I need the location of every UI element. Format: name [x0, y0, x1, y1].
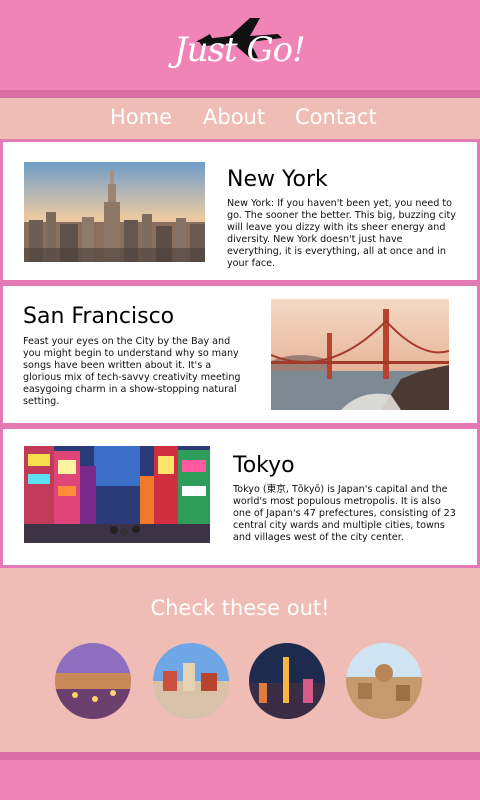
destination-card-san-francisco: San Francisco Feast your eyes on the Cit…: [0, 283, 480, 426]
nav-contact-link[interactable]: Contact: [295, 105, 377, 129]
header-border: [0, 90, 480, 98]
destination-card-new-york: New York New York: If you haven't been y…: [0, 139, 480, 283]
destination-description: New York: If you haven't been yet, you n…: [227, 198, 456, 269]
destination-title: New York: [227, 167, 328, 192]
nav-about-link[interactable]: About: [203, 105, 265, 129]
destination-card-tokyo: Tokyo Tokyo (東京, Tōkyō) is Japan's capit…: [0, 426, 480, 568]
logo-text: Just Go!: [174, 30, 306, 70]
featured-destination-thumbnail[interactable]: [153, 643, 229, 719]
tokyo-photo: [24, 446, 210, 543]
nav-home-link[interactable]: Home: [110, 105, 172, 129]
destination-description: Feast your eyes on the City by the Bay a…: [23, 336, 241, 407]
destination-description: Tokyo (東京, Tōkyō) is Japan's capital and…: [233, 484, 456, 543]
featured-destination-thumbnail[interactable]: [346, 643, 422, 719]
header: Just Go!: [0, 0, 480, 90]
san-francisco-photo: [271, 299, 449, 410]
footer-border: [0, 752, 480, 760]
featured-destination-thumbnail[interactable]: [55, 643, 131, 719]
destination-title: Tokyo: [233, 453, 295, 478]
featured-destination-thumbnail[interactable]: [249, 643, 325, 719]
check-these-out-heading: Check these out!: [150, 596, 330, 620]
site-logo[interactable]: Just Go!: [170, 8, 315, 83]
new-york-photo: [24, 162, 205, 262]
main-nav: Home About Contact: [0, 98, 480, 140]
destination-title: San Francisco: [23, 304, 175, 329]
